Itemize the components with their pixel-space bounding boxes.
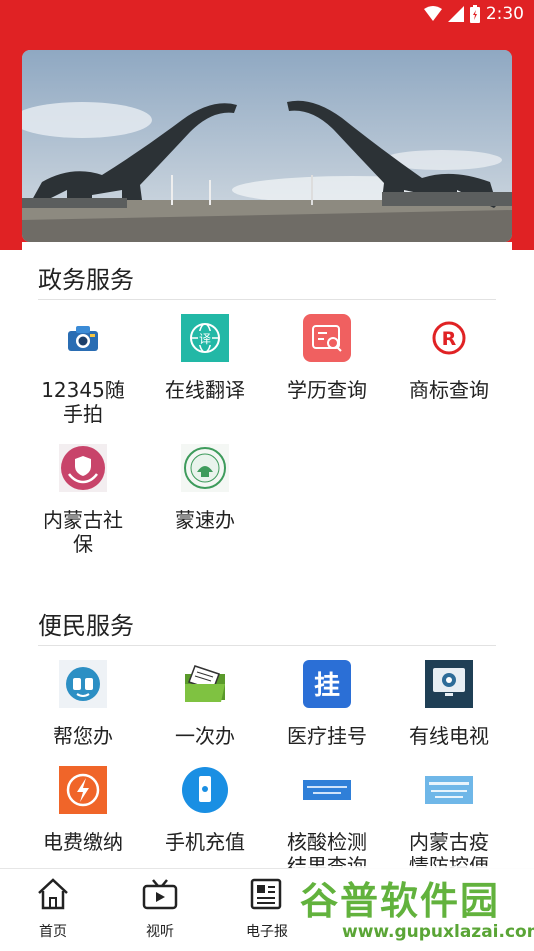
services-card: 政务服务 12345随 手拍 译 在线翻译 学历查询 R 商标查询 内蒙古社 保: [22, 242, 512, 878]
status-time: 2:30: [485, 4, 524, 24]
svg-text:挂: 挂: [314, 671, 340, 701]
section-divider: [38, 299, 496, 300]
watermark: 谷普软件园 www.gupuxlazai.com: [292, 866, 534, 950]
service-12345[interactable]: 12345随 手拍: [22, 314, 144, 426]
epidemic-banner-icon: [425, 766, 473, 814]
medical-register-icon: 挂: [303, 660, 351, 708]
battery-icon: [469, 5, 480, 23]
section-title-government: 政务服务: [38, 266, 134, 294]
service-label: 手机充值: [165, 830, 245, 854]
dinosaur-bridge-photo: [22, 50, 512, 242]
watermark-url: www.gupuxlazai.com: [342, 922, 534, 942]
service-online-translate[interactable]: 译 在线翻译: [144, 314, 266, 402]
service-cable-tv[interactable]: 有线电视: [388, 660, 510, 748]
social-security-hands-icon: [59, 444, 107, 492]
nav-label: 视听: [146, 924, 174, 940]
home-icon: [38, 878, 68, 910]
service-label: 商标查询: [409, 378, 489, 402]
service-label: 内蒙古社 保: [43, 508, 123, 556]
lightning-icon: [59, 766, 107, 814]
help-handle-icon: [59, 660, 107, 708]
service-label: 电费缴纳: [43, 830, 123, 854]
service-label: 帮您办: [53, 724, 113, 748]
phone-recharge-icon: [181, 766, 229, 814]
service-one-time-handle[interactable]: 一次办: [144, 660, 266, 748]
service-electricity-bill[interactable]: 电费缴纳: [22, 766, 144, 854]
service-phone-recharge[interactable]: 手机充值: [144, 766, 266, 854]
banner-image[interactable]: [22, 50, 512, 242]
service-label: 一次办: [175, 724, 235, 748]
folder-document-icon: [181, 660, 229, 708]
cable-tv-icon: [425, 660, 473, 708]
nucleic-test-banner-icon: [303, 766, 351, 814]
service-education-query[interactable]: 学历查询: [266, 314, 388, 402]
svg-text:R: R: [442, 328, 457, 350]
service-label: 学历查询: [287, 378, 367, 402]
service-label: 12345随 手拍: [41, 378, 125, 426]
newspaper-icon: [250, 878, 282, 910]
globe-translate-icon: 译: [181, 314, 229, 362]
service-label: 蒙速办: [175, 508, 235, 532]
signal-icon: [447, 6, 464, 22]
certificate-search-icon: [303, 314, 351, 362]
service-mengsuban[interactable]: 蒙速办: [144, 444, 266, 532]
nav-home[interactable]: 首页: [13, 877, 93, 941]
mengsuban-logo-icon: [181, 444, 229, 492]
section-title-convenience: 便民服务: [38, 612, 134, 640]
service-help-handle[interactable]: 帮您办: [22, 660, 144, 748]
service-epidemic-prevention[interactable]: 内蒙古疫 情防控便: [388, 766, 510, 878]
service-label: 有线电视: [409, 724, 489, 748]
video-icon: [142, 879, 178, 910]
section-divider: [38, 645, 496, 646]
service-trademark-query[interactable]: R 商标查询: [388, 314, 510, 402]
service-label: 在线翻译: [165, 378, 245, 402]
service-inner-mongolia-social-security[interactable]: 内蒙古社 保: [22, 444, 144, 556]
status-bar: 2:30: [0, 0, 534, 30]
service-medical-register[interactable]: 挂 医疗挂号: [266, 660, 388, 748]
service-label: 医疗挂号: [287, 724, 367, 748]
wifi-icon: [423, 6, 442, 21]
registered-trademark-icon: R: [425, 314, 473, 362]
service-nucleic-test-result[interactable]: 核酸检测 结果查询: [266, 766, 388, 878]
svg-text:译: 译: [199, 332, 211, 346]
camera-icon: [59, 314, 107, 362]
nav-video[interactable]: 视听: [120, 877, 200, 941]
watermark-text: 谷普软件园: [300, 879, 501, 923]
nav-label: 首页: [39, 924, 67, 940]
